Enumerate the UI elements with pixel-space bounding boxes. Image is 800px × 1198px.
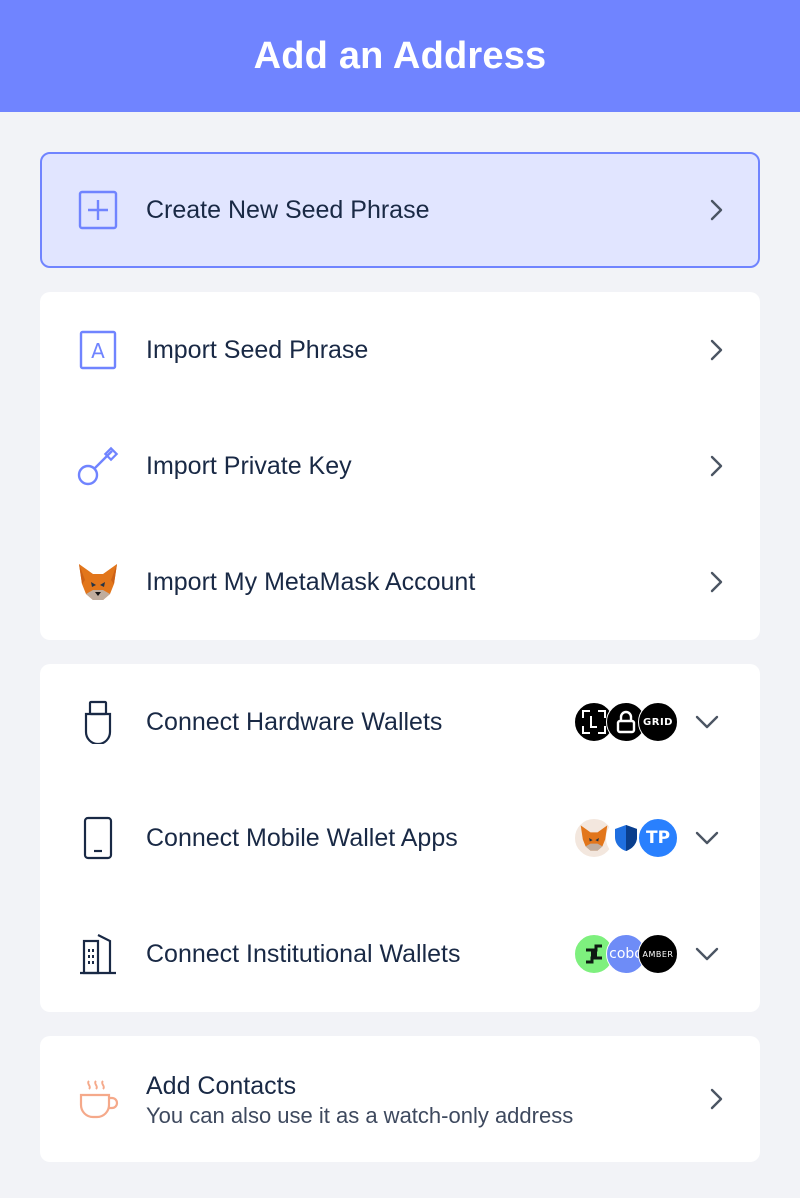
- chevron-down-icon[interactable]: [694, 941, 720, 967]
- amber-icon: AMBER: [638, 934, 678, 974]
- create-seed-card[interactable]: Create New Seed Phrase: [40, 152, 760, 268]
- import-metamask-label: Import My MetaMask Account: [146, 567, 476, 596]
- mobile-phone-icon: [76, 816, 120, 860]
- add-contacts-title: Add Contacts: [146, 1072, 297, 1100]
- connect-institutional-label: Connect Institutional Wallets: [146, 939, 461, 968]
- add-contacts-row[interactable]: Add Contacts You can also use it as a wa…: [40, 1036, 760, 1162]
- tokenpocket-label: TP: [645, 828, 671, 848]
- connect-institutional-row[interactable]: Connect Institutional Wallets cobo AMBER: [40, 896, 760, 1012]
- add-contacts-subtitle: You can also use it as a watch-only addr…: [146, 1103, 574, 1128]
- svg-text:A: A: [91, 339, 105, 363]
- chevron-right-icon: [710, 571, 723, 593]
- institutional-wallet-badges: cobo AMBER: [574, 934, 678, 974]
- tokenpocket-icon: TP: [638, 818, 678, 858]
- connect-mobile-row[interactable]: Connect Mobile Wallet Apps TP: [40, 780, 760, 896]
- mobile-wallet-badges: TP: [574, 818, 678, 858]
- letter-a-box-icon: A: [76, 328, 120, 372]
- import-seed-phrase-row[interactable]: A Import Seed Phrase: [40, 292, 760, 408]
- import-seed-phrase-label: Import Seed Phrase: [146, 335, 369, 364]
- create-seed-phrase-row[interactable]: Create New Seed Phrase: [42, 154, 758, 266]
- chevron-right-icon: [710, 339, 723, 361]
- import-group-card: A Import Seed Phrase Import Private Key: [40, 292, 760, 640]
- chevron-down-icon[interactable]: [694, 709, 720, 735]
- chevron-right-icon: [710, 1088, 723, 1110]
- connect-group-card: Connect Hardware Wallets GRID Connect Mo…: [40, 664, 760, 1012]
- page-title: Add an Address: [253, 34, 547, 77]
- usb-device-icon: [76, 700, 120, 744]
- import-private-key-label: Import Private Key: [146, 451, 352, 480]
- chevron-right-icon: [710, 455, 723, 477]
- amber-label: AMBER: [642, 949, 674, 959]
- add-contacts-text: Add Contacts You can also use it as a wa…: [146, 1072, 573, 1129]
- gridplus-icon: GRID: [638, 702, 678, 742]
- header-bar: Add an Address: [0, 0, 800, 112]
- gridplus-label: GRID: [643, 716, 673, 728]
- connect-mobile-label: Connect Mobile Wallet Apps: [146, 823, 458, 852]
- import-private-key-row[interactable]: Import Private Key: [40, 408, 760, 524]
- hardware-wallet-badges: GRID: [574, 702, 678, 742]
- key-icon: [76, 444, 120, 488]
- connect-hardware-row[interactable]: Connect Hardware Wallets GRID: [40, 664, 760, 780]
- create-seed-phrase-label: Create New Seed Phrase: [146, 195, 430, 224]
- office-building-icon: [76, 932, 120, 976]
- connect-hardware-label: Connect Hardware Wallets: [146, 707, 443, 736]
- plus-square-icon: [76, 188, 120, 232]
- metamask-fox-icon: [76, 560, 120, 604]
- chevron-down-icon[interactable]: [694, 825, 720, 851]
- chevron-right-icon: [710, 199, 723, 221]
- coffee-cup-icon: [76, 1078, 120, 1122]
- import-metamask-row[interactable]: Import My MetaMask Account: [40, 524, 760, 640]
- add-contacts-card[interactable]: Add Contacts You can also use it as a wa…: [40, 1036, 760, 1162]
